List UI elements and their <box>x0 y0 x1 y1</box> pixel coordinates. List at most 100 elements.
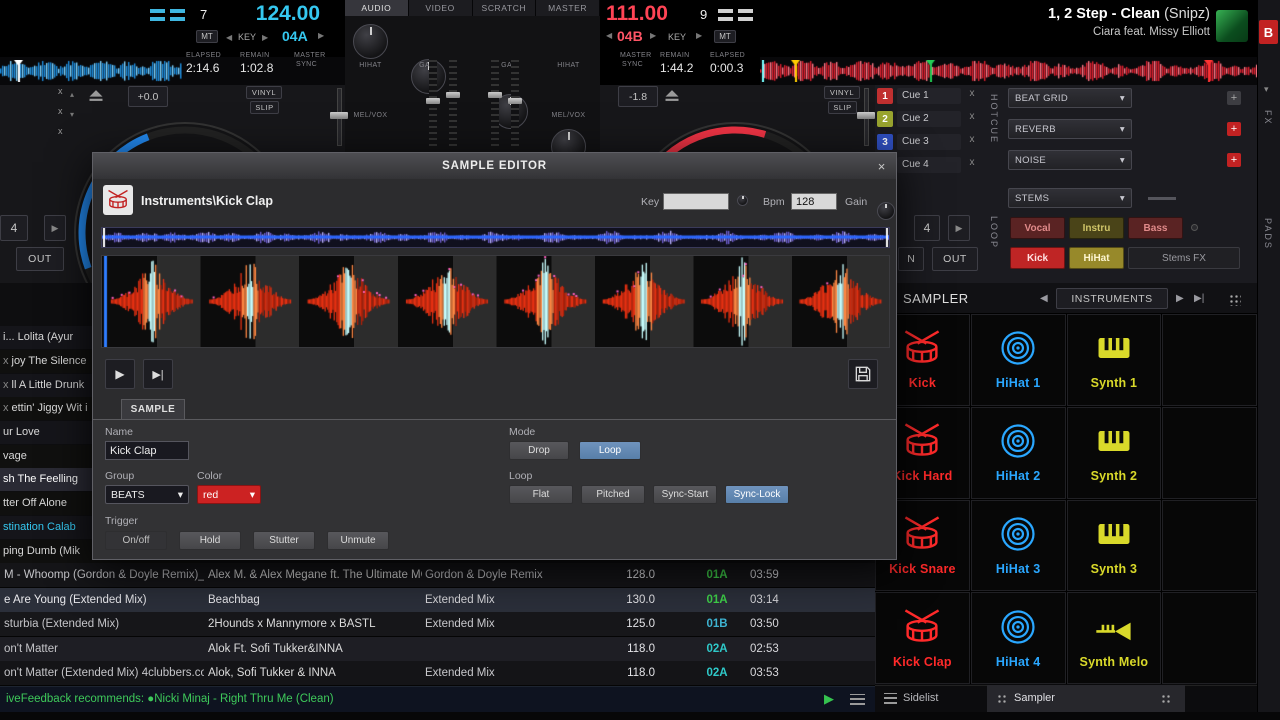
hotcue-1-delete[interactable]: x <box>966 88 978 104</box>
fader-handle[interactable] <box>508 98 522 104</box>
stem-bass-button[interactable]: Bass <box>1128 217 1183 239</box>
mode-loop-button[interactable]: Loop <box>579 441 641 460</box>
remove-icon[interactable]: x <box>3 355 9 367</box>
nudge-up-icon[interactable]: ▴ <box>70 90 74 99</box>
grid-view-icon[interactable] <box>1160 693 1172 705</box>
color-select[interactable]: red▾ <box>197 485 261 504</box>
loop-flat-button[interactable]: Flat <box>509 485 573 504</box>
key-input[interactable] <box>663 193 729 210</box>
loop-out-button-right[interactable]: OUT <box>932 247 978 271</box>
deck-left-waveform[interactable] <box>0 60 182 82</box>
sampler-pad-hihat3[interactable]: HiHat 3 <box>971 500 1066 592</box>
loop-size-right[interactable]: 4 <box>914 215 940 241</box>
key-arrow-icon[interactable]: ▶ <box>318 31 324 40</box>
pitch-value-left[interactable]: +0.0 <box>128 86 168 107</box>
tab-scratch[interactable]: SCRATCH <box>473 0 537 16</box>
sampler-pad-empty[interactable] <box>1162 314 1257 406</box>
stems-mini-slider[interactable] <box>1148 197 1176 200</box>
tab-sampler[interactable]: Sampler <box>987 685 1185 712</box>
skip-to-end-button[interactable]: ▶| <box>143 359 173 389</box>
table-row[interactable]: on't Matter Alok Ft. Sofi Tukker&INNA 11… <box>0 637 875 661</box>
loop-next-icon[interactable]: ▶ <box>44 215 66 241</box>
sample-waveform[interactable] <box>102 256 889 347</box>
sampler-pad-empty[interactable] <box>1162 592 1257 684</box>
tab-audio[interactable]: AUDIO <box>345 0 409 16</box>
hotcue-1-label[interactable]: Cue 1 <box>897 88 961 104</box>
stems-dropdown[interactable]: STEMS▾ <box>1008 188 1132 208</box>
loop-pitched-button[interactable]: Pitched <box>581 485 645 504</box>
bpm-input[interactable] <box>791 193 837 210</box>
hotcue-3-delete[interactable]: x <box>966 134 978 150</box>
fx-slot-reverb[interactable]: REVERB▾ <box>1008 119 1132 139</box>
bank-next-icon[interactable]: ▶ <box>1176 293 1184 304</box>
hotcue-2-pad[interactable]: 2 <box>877 111 893 127</box>
view-grid-icon[interactable] <box>1228 293 1241 306</box>
slip-button-right[interactable]: SLIP <box>828 101 857 114</box>
sampler-pad-synth1[interactable]: Synth 1 <box>1067 314 1162 406</box>
stem-kick-button[interactable]: Kick <box>1010 247 1065 269</box>
close-icon[interactable]: × <box>873 158 890 175</box>
tab-master[interactable]: MASTER <box>536 0 600 16</box>
fader-handle[interactable] <box>426 98 440 104</box>
fx-add-button[interactable]: + <box>1227 153 1241 167</box>
table-row[interactable]: e Are Young (Extended Mix) Beachbag Exte… <box>0 588 875 612</box>
tab-sample[interactable]: SAMPLE <box>121 399 185 419</box>
play-recommendation-icon[interactable]: ▶ <box>824 686 834 712</box>
remove-icon[interactable]: x <box>3 402 9 414</box>
stem-vocal-button[interactable]: Vocal <box>1010 217 1065 239</box>
sampler-pad-hihat1[interactable]: HiHat 1 <box>971 314 1066 406</box>
sync-label[interactable]: SYNC <box>296 61 317 68</box>
sampler-pad-hihat4[interactable]: HiHat 4 <box>971 592 1066 684</box>
sampler-pad-synth2[interactable]: Synth 2 <box>1067 407 1162 499</box>
pitch-slider-handle-right[interactable] <box>857 112 875 119</box>
fader-handle[interactable] <box>446 92 460 98</box>
fader-handle[interactable] <box>488 92 502 98</box>
table-row[interactable]: sturbia (Extended Mix) 2Hounds x Mannymo… <box>0 612 875 636</box>
nudge-down-icon[interactable]: ▾ <box>70 110 74 119</box>
fx-slot-beatgrid[interactable]: BEAT GRID▾ <box>1008 88 1132 108</box>
hotcue-2-delete[interactable]: x <box>966 111 978 127</box>
stem-hihat-button[interactable]: HiHat <box>1069 247 1124 269</box>
bank-prev-icon[interactable]: ◀ <box>1040 293 1048 304</box>
sampler-pad-empty[interactable] <box>1162 407 1257 499</box>
key-prev-icon[interactable]: ◀ <box>226 33 232 42</box>
hotcue-4-label[interactable]: Cue 4 <box>897 157 961 173</box>
gain-knob[interactable] <box>877 202 895 220</box>
hotcue-3-pad[interactable]: 3 <box>877 134 893 150</box>
sampler-pad-synthmelo[interactable]: Synth Melo <box>1067 592 1162 684</box>
fx-slot-noise[interactable]: NOISE▾ <box>1008 150 1132 170</box>
trigger-unmute-button[interactable]: Unmute <box>327 531 389 550</box>
trigger-stutter-button[interactable]: Stutter <box>253 531 315 550</box>
tab-sidelist[interactable]: Sidelist <box>875 685 987 712</box>
main-waveform-box[interactable] <box>101 255 890 348</box>
hotcue-4-delete[interactable]: x <box>966 157 978 173</box>
loop-next-icon[interactable]: ▶ <box>948 215 970 241</box>
pitch-value-right[interactable]: -1.8 <box>618 86 658 107</box>
deck-b-badge[interactable]: B <box>1259 20 1278 44</box>
stems-fx-button[interactable]: Stems FX <box>1128 247 1240 269</box>
cue-delete-icon[interactable]: x <box>58 86 63 96</box>
cue-delete-icon[interactable]: x <box>58 106 63 116</box>
stem-instru-button[interactable]: Instru <box>1069 217 1124 239</box>
sync-label[interactable]: SYNC <box>622 61 643 68</box>
key-next-icon[interactable]: ▶ <box>650 31 656 40</box>
deck-right-mt-button[interactable]: MT <box>714 30 736 43</box>
sampler-bank-button[interactable]: INSTRUMENTS <box>1056 288 1168 309</box>
trigger-hold-button[interactable]: Hold <box>179 531 241 550</box>
hihat-knob-left[interactable] <box>353 24 388 59</box>
menu-icon[interactable] <box>850 694 865 705</box>
key-arrow-icon[interactable]: ▶ <box>696 31 702 40</box>
loop-syncstart-button[interactable]: Sync-Start <box>653 485 717 504</box>
deck-left-mt-button[interactable]: MT <box>196 30 218 43</box>
eject-icon[interactable] <box>664 89 680 102</box>
table-row[interactable]: M - Whoomp (Gordon & Doyle Remix)_Cmp3.e… <box>0 563 875 587</box>
overview-waveform[interactable] <box>102 228 889 247</box>
vinyl-button-left[interactable]: VINYL <box>246 86 282 99</box>
group-select[interactable]: BEATS▾ <box>105 485 189 504</box>
fx-add-button[interactable]: + <box>1227 91 1241 105</box>
key-next-icon[interactable]: ▶ <box>262 33 268 42</box>
chevron-down-icon[interactable]: ▾ <box>1264 84 1269 95</box>
loop-size-left[interactable]: 4 <box>0 215 28 241</box>
overview-waveform-box[interactable] <box>101 227 890 248</box>
skip-end-icon[interactable]: ▶| <box>1194 293 1204 304</box>
